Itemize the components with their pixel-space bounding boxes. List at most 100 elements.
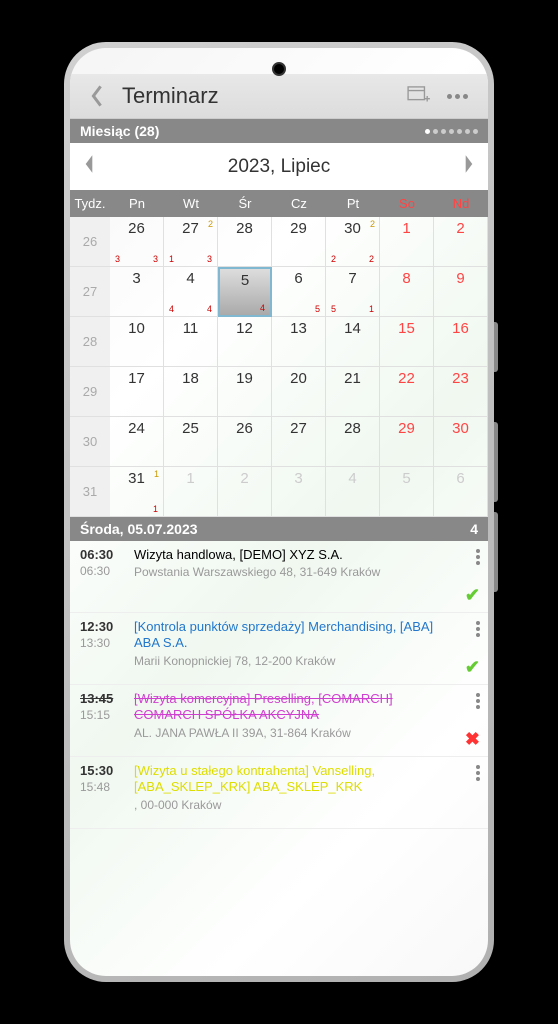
day-cell[interactable]: 54 [218, 267, 272, 317]
day-cell[interactable]: 30 [434, 417, 488, 467]
day-cell[interactable]: 30222 [326, 217, 380, 267]
back-button[interactable] [82, 80, 112, 112]
event-address: Marii Konopnickiej 78, 12-200 Kraków [134, 654, 458, 668]
event-item[interactable]: 12:3013:30[Kontrola punktów sprzedaży] M… [70, 613, 488, 685]
add-event-button[interactable] [399, 82, 439, 110]
calendar-weekday-header: Tydz.PnWtŚrCzPtSoNd [70, 190, 488, 217]
event-item[interactable]: 13:45 15:15 [Wizyta komercyjna] Preselling… [70, 685, 488, 757]
day-cell[interactable]: 1 [380, 217, 434, 267]
event-title: Wizyta handlowa, [DEMO] XYZ S.A. [134, 547, 458, 563]
day-cell[interactable]: 21 [326, 367, 380, 417]
checkmark-icon: ✔ [465, 585, 480, 606]
weekday-label: Cz [272, 190, 326, 217]
weekday-label: Nd [434, 190, 488, 217]
day-cell[interactable]: 27213 [164, 217, 218, 267]
page-title: Terminarz [122, 83, 399, 109]
event-list: 06:30 06:30 Wizyta handlowa, [DEMO] XYZ S.… [70, 541, 488, 976]
week-number: 26 [70, 217, 110, 267]
event-address: , 00-000 Kraków [134, 798, 458, 812]
day-cell[interactable]: 5 [380, 467, 434, 517]
day-cell[interactable]: 27 [272, 417, 326, 467]
calendar-grid: 2626332721328293022212273444546575189281… [70, 217, 488, 517]
week-number: 28 [70, 317, 110, 367]
day-cell[interactable]: 23 [434, 367, 488, 417]
day-cell[interactable]: 4 [326, 467, 380, 517]
week-number: 29 [70, 367, 110, 417]
day-cell[interactable]: 18 [164, 367, 218, 417]
selected-day-date: Środa, 05.07.2023 [80, 521, 198, 537]
event-title: [Kontrola punktów sprzedaży] Merchandisi… [134, 619, 458, 652]
day-cell[interactable]: 11 [164, 317, 218, 367]
day-cell[interactable]: 10 [110, 317, 164, 367]
day-cell[interactable]: 1 [164, 467, 218, 517]
event-start-time: 15:30 [80, 763, 128, 778]
day-cell[interactable]: 6 [434, 467, 488, 517]
month-navigation: 2023, Lipiec [70, 143, 488, 190]
next-month-button[interactable] [462, 153, 476, 180]
day-cell[interactable]: 2 [218, 467, 272, 517]
day-cell[interactable]: 17 [110, 367, 164, 417]
day-cell[interactable]: 20 [272, 367, 326, 417]
month-summary-label: Miesiąc (28) [80, 123, 159, 139]
event-end-time: 15:15 [80, 708, 128, 722]
day-cell[interactable]: 3111 [110, 467, 164, 517]
weekday-label: Tydz. [70, 190, 110, 217]
event-address: Powstania Warszawskiego 48, 31-649 Krakó… [134, 565, 458, 579]
week-number: 27 [70, 267, 110, 317]
day-cell[interactable]: 24 [110, 417, 164, 467]
day-cell[interactable]: 19 [218, 367, 272, 417]
menu-button[interactable] [439, 90, 476, 103]
weekday-label: Pn [110, 190, 164, 217]
selected-day-bar: Środa, 05.07.2023 4 [70, 517, 488, 541]
day-cell[interactable]: 8 [380, 267, 434, 317]
app-header: Terminarz [70, 74, 488, 119]
event-item[interactable]: 15:30 15:48 [Wizyta u stałego kontrahenta]… [70, 757, 488, 829]
prev-month-button[interactable] [82, 153, 96, 180]
event-end-time: 15:48 [80, 780, 128, 794]
month-label: 2023, Lipiec [228, 156, 330, 178]
event-address: AL. JANA PAWŁA II 39A, 31-864 Kraków [134, 726, 458, 740]
cancel-icon: ✖ [465, 729, 480, 750]
checkmark-icon: ✔ [465, 657, 480, 678]
page-indicator [425, 129, 478, 134]
weekday-label: Wt [164, 190, 218, 217]
day-cell[interactable]: 3 [110, 267, 164, 317]
week-number: 30 [70, 417, 110, 467]
day-cell[interactable]: 28 [218, 217, 272, 267]
month-summary-bar: Miesiąc (28) [70, 119, 488, 143]
selected-day-count: 4 [470, 521, 478, 537]
day-cell[interactable]: 65 [272, 267, 326, 317]
day-cell[interactable]: 9 [434, 267, 488, 317]
event-title: [Wizyta komercyjna] Preselling, [COMARCH… [134, 691, 458, 724]
day-cell[interactable]: 14 [326, 317, 380, 367]
day-cell[interactable]: 2633 [110, 217, 164, 267]
event-menu-button[interactable] [476, 693, 480, 709]
event-menu-button[interactable] [476, 621, 480, 637]
event-start-time: 06:30 [80, 547, 128, 562]
day-cell[interactable]: 444 [164, 267, 218, 317]
week-number: 31 [70, 467, 110, 517]
weekday-label: So [380, 190, 434, 217]
day-cell[interactable]: 3 [272, 467, 326, 517]
day-cell[interactable]: 13 [272, 317, 326, 367]
weekday-label: Pt [326, 190, 380, 217]
day-cell[interactable]: 28 [326, 417, 380, 467]
event-menu-button[interactable] [476, 765, 480, 781]
day-cell[interactable]: 16 [434, 317, 488, 367]
event-menu-button[interactable] [476, 549, 480, 565]
event-item[interactable]: 06:30 06:30 Wizyta handlowa, [DEMO] XYZ S.… [70, 541, 488, 613]
day-cell[interactable]: 2 [434, 217, 488, 267]
event-title: [Wizyta u stałego kontrahenta] Vansellin… [134, 763, 458, 796]
event-start-time: 13:45 [80, 691, 128, 706]
weekday-label: Śr [218, 190, 272, 217]
day-cell[interactable]: 26 [218, 417, 272, 467]
day-cell[interactable]: 751 [326, 267, 380, 317]
day-cell[interactable]: 12 [218, 317, 272, 367]
day-cell[interactable]: 22 [380, 367, 434, 417]
day-cell[interactable]: 29 [272, 217, 326, 267]
day-cell[interactable]: 25 [164, 417, 218, 467]
day-cell[interactable]: 15 [380, 317, 434, 367]
event-end-time: 13:30 [80, 636, 128, 650]
day-cell[interactable]: 29 [380, 417, 434, 467]
event-end-time: 06:30 [80, 564, 128, 578]
